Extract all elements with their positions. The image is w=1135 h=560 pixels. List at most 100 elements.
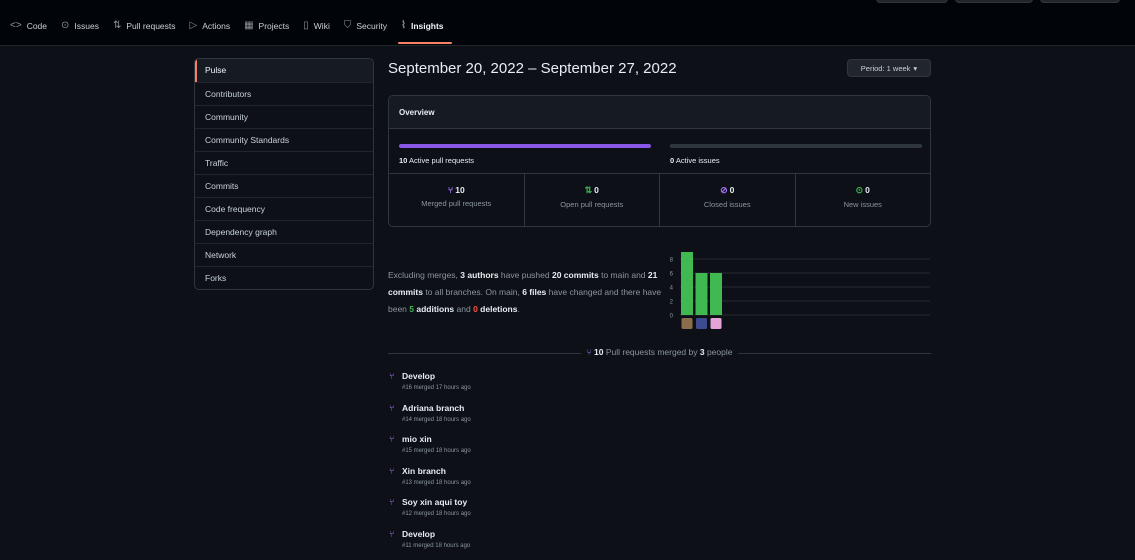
y-tick-label: 8: [670, 258, 674, 264]
tab-actions[interactable]: ▷ Actions: [190, 6, 239, 46]
pr-title-link[interactable]: mio xin: [402, 434, 432, 444]
git-merge-icon: ⑂: [389, 371, 395, 381]
active-issues-label: Active issues: [675, 156, 720, 165]
active-prs-bar: [399, 144, 651, 148]
book-icon: ▯: [303, 20, 309, 31]
list-item: ⑂ Develop #16 merged 17 hours ago: [389, 370, 689, 402]
pr-title-link[interactable]: Develop: [402, 529, 435, 539]
code-icon: <>: [10, 20, 22, 31]
bar: [681, 252, 693, 315]
merged-count: 10: [594, 347, 604, 357]
pr-meta: #13 merged 18 hours ago: [402, 479, 471, 486]
stat-closed-issues[interactable]: ⊘ 0 Closed issues: [659, 174, 795, 226]
side-item-pulse[interactable]: Pulse: [195, 59, 373, 82]
issue-closed-icon: ⊘: [720, 185, 728, 195]
bar: [710, 273, 722, 315]
avatar-icon: [710, 318, 722, 329]
git-merge-icon: ⑂: [389, 434, 395, 445]
stat-value: 0: [729, 185, 735, 195]
stat-count: ⑂ 10: [389, 185, 524, 195]
side-item-network[interactable]: Network: [195, 243, 373, 266]
list-item: ⑂ Develop #11 merged 18 hours ago: [389, 528, 689, 560]
active-issues-link[interactable]: 0 Active issues: [670, 156, 720, 165]
merged-divider: ⑂ 10 Pull requests merged by 3 people: [388, 346, 931, 360]
header-action-button-2[interactable]: [955, 0, 1033, 3]
y-tick-label: 2: [670, 300, 674, 306]
commits-by-author-chart: 0 2 4 6 8: [670, 252, 930, 329]
pr-meta: #14 merged 18 hours ago: [402, 416, 471, 423]
shield-icon: ⛉: [343, 20, 352, 31]
git-merge-icon: ⑂: [389, 497, 395, 508]
header-action-button-3[interactable]: [1040, 0, 1120, 3]
git-merge-icon: ⑂: [389, 528, 395, 539]
side-item-community-standards[interactable]: Community Standards: [195, 128, 373, 151]
tab-label: Pull requests: [126, 20, 176, 31]
list-item: ⑂ Adriana branch #14 merged 18 hours ago: [389, 402, 689, 434]
bar: [695, 273, 708, 315]
merged-pr-list: ⑂ Develop #16 merged 17 hours ago ⑂ Adri…: [389, 370, 689, 560]
tab-security[interactable]: ⛉ Security: [344, 6, 395, 46]
summary-text: to main and: [598, 270, 648, 280]
side-item-contributors[interactable]: Contributors: [195, 82, 373, 105]
git-merge-icon: ⑂: [447, 185, 454, 195]
merged-text: Pull requests merged by: [603, 347, 700, 357]
stat-value: 0: [594, 185, 599, 195]
tab-wiki[interactable]: ▯ Wiki: [303, 6, 338, 46]
avatar-icon: [681, 318, 693, 329]
insights-side-menu: Pulse Contributors Community Community S…: [194, 58, 374, 290]
git-pull-request-icon: ⇅: [584, 185, 593, 195]
commit-summary: Excluding merges, 3 authors have pushed …: [388, 267, 673, 318]
tab-label: Code: [26, 20, 48, 31]
active-prs-count: 10: [399, 156, 408, 165]
repo-nav: <> Code ⊙ Issues ⇅ Pull requests ▷ Actio…: [0, 6, 1135, 46]
tab-code[interactable]: <> Code: [10, 6, 55, 46]
additions-word: additions: [414, 304, 455, 314]
summary-text: Excluding merges,: [388, 270, 461, 280]
commits-main-link[interactable]: 20 commits: [552, 270, 599, 280]
play-icon: ▷: [189, 20, 198, 31]
active-issues-count: 0: [670, 156, 675, 165]
side-item-forks[interactable]: Forks: [195, 266, 373, 289]
stat-merged-prs[interactable]: ⑂ 10 Merged pull requests: [389, 174, 524, 226]
side-item-community[interactable]: Community: [195, 105, 373, 128]
pull-request-icon: ⇅: [112, 20, 122, 31]
pr-title-link[interactable]: Soy xin aqui toy: [402, 497, 467, 507]
pr-meta: #12 merged 18 hours ago: [402, 511, 471, 518]
merged-text-end: people: [704, 347, 733, 357]
chevron-down-icon: ▾: [913, 63, 918, 73]
stat-label: Closed issues: [703, 200, 751, 209]
side-item-dependency-graph[interactable]: Dependency graph: [195, 220, 373, 243]
tab-label: Actions: [202, 20, 231, 31]
stat-value: 10: [455, 185, 465, 195]
git-merge-icon: ⑂: [389, 465, 395, 476]
tab-projects[interactable]: ▦ Projects: [244, 6, 297, 46]
side-item-code-frequency[interactable]: Code frequency: [195, 197, 373, 220]
avatar-icon: [696, 318, 707, 329]
tab-issues[interactable]: ⊙ Issues: [61, 6, 107, 46]
stat-count: ⊙ 0: [796, 185, 931, 196]
side-item-commits[interactable]: Commits: [195, 174, 373, 197]
pr-title-link[interactable]: Xin branch: [402, 466, 446, 476]
side-item-traffic[interactable]: Traffic: [195, 151, 373, 174]
summary-text: and: [454, 304, 474, 314]
tab-label: Wiki: [313, 20, 330, 31]
y-tick-label: 0: [670, 314, 674, 320]
pr-title-link[interactable]: Develop: [402, 371, 435, 381]
tab-insights[interactable]: ⌇ Insights: [398, 6, 453, 46]
stat-count: ⊘ 0: [660, 185, 795, 196]
tab-pull-requests[interactable]: ⇅ Pull requests: [113, 6, 184, 46]
graph-icon: ⌇: [401, 20, 406, 31]
overview-box: Overview 10 Active pull requests 0 Activ…: [388, 95, 931, 227]
overview-title: Overview: [389, 96, 930, 129]
period-dropdown-button[interactable]: Period: 1 week ▾: [847, 59, 931, 77]
stat-new-issues[interactable]: ⊙ 0 New issues: [794, 174, 931, 226]
authors-link[interactable]: 3 authors: [460, 270, 498, 280]
pr-meta: #15 merged 18 hours ago: [402, 448, 471, 455]
summary-text: .: [517, 304, 520, 314]
header-action-button-1[interactable]: [876, 0, 948, 3]
stat-open-prs[interactable]: ⇅ 0 Open pull requests: [523, 174, 660, 226]
list-item: ⑂ Xin branch #13 merged 18 hours ago: [389, 465, 689, 497]
pr-title-link[interactable]: Adriana branch: [402, 403, 464, 413]
active-prs-link[interactable]: 10 Active pull requests: [399, 156, 474, 165]
active-prs-bar-fill: [399, 144, 651, 148]
